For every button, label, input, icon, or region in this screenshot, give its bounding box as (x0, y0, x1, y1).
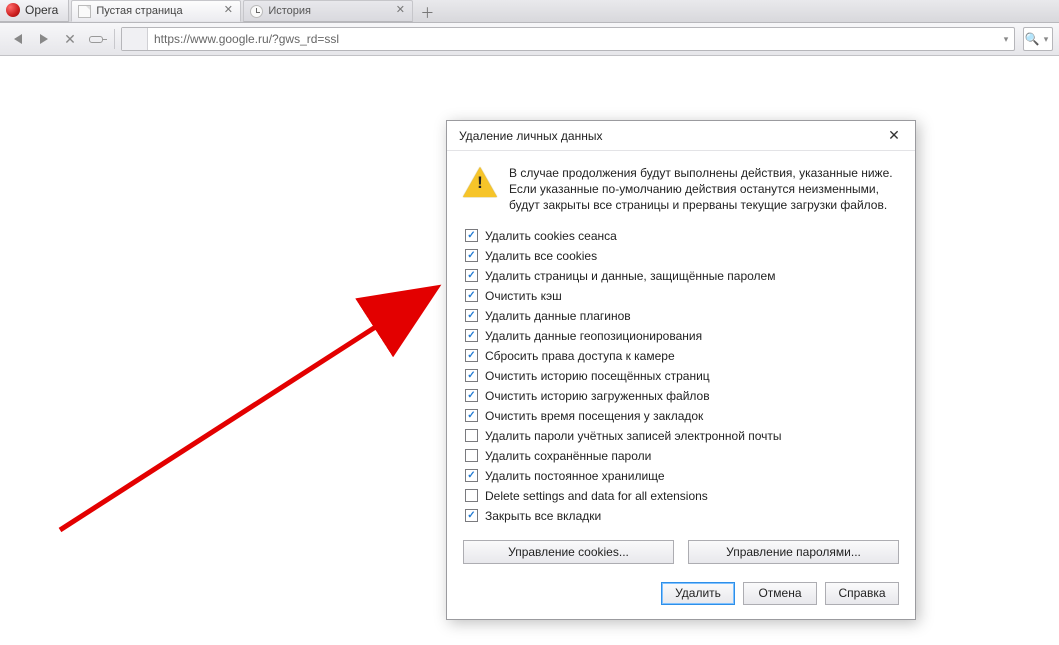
close-button[interactable]: ✕ (881, 125, 907, 147)
checkbox[interactable] (465, 249, 478, 262)
cancel-button[interactable]: Отмена (743, 582, 817, 605)
option-label: Удалить данные плагинов (485, 309, 631, 323)
option-row: Удалить данные геопозиционирования (465, 326, 899, 346)
option-label: Закрыть все вкладки (485, 509, 601, 523)
checkbox[interactable] (465, 369, 478, 382)
back-button[interactable] (6, 27, 30, 51)
option-label: Delete settings and data for all extensi… (485, 489, 708, 503)
forward-button[interactable] (32, 27, 56, 51)
option-label: Очистить время посещения у закладок (485, 409, 703, 423)
delete-private-data-dialog: Удаление личных данных ✕ ! В случае прод… (446, 120, 916, 620)
new-tab-button[interactable]: ＋ (417, 4, 437, 22)
option-row: Удалить пароли учётных записей электронн… (465, 426, 899, 446)
checkbox[interactable] (465, 429, 478, 442)
checkbox[interactable] (465, 409, 478, 422)
tab-blank-page[interactable]: Пустая страница ✕ (71, 0, 241, 22)
opera-icon (6, 3, 20, 17)
option-row: Закрыть все вкладки (465, 506, 899, 526)
tab-strip: Opera Пустая страница ✕ История ✕ ＋ (0, 0, 1059, 23)
option-label: Очистить историю загруженных файлов (485, 389, 710, 403)
tabs-container: Пустая страница ✕ История ✕ ＋ (69, 0, 437, 22)
close-icon[interactable]: ✕ (222, 5, 234, 17)
opera-menu-label: Opera (25, 3, 58, 17)
opera-menu-button[interactable]: Opera (0, 0, 69, 22)
option-row: Удалить данные плагинов (465, 306, 899, 326)
url-dropdown-icon[interactable]: ▾ (998, 34, 1014, 45)
checkbox[interactable] (465, 309, 478, 322)
dialog-titlebar: Удаление личных данных ✕ (447, 121, 915, 151)
search-field[interactable]: 🔍 ▾ (1023, 27, 1053, 51)
tab-title: Пустая страница (96, 5, 222, 17)
password-key-button[interactable] (84, 27, 108, 51)
manage-row: Управление cookies... Управление паролям… (463, 540, 899, 564)
option-label: Удалить страницы и данные, защищённые па… (485, 269, 775, 283)
option-row: Удалить сохранённые пароли (465, 446, 899, 466)
option-row: Очистить кэш (465, 286, 899, 306)
option-label: Удалить данные геопозиционирования (485, 329, 702, 343)
option-row: Очистить историю посещённых страниц (465, 366, 899, 386)
option-row: Удалить постоянное хранилище (465, 466, 899, 486)
dialog-body: ! В случае продолжения будут выполнены д… (447, 151, 915, 570)
option-label: Удалить пароли учётных записей электронн… (485, 429, 782, 443)
toolbar-separator (114, 29, 115, 49)
option-label: Сбросить права доступа к камере (485, 349, 675, 363)
option-row: Удалить страницы и данные, защищённые па… (465, 266, 899, 286)
option-label: Удалить все cookies (485, 249, 597, 263)
help-button[interactable]: Справка (825, 582, 899, 605)
checkbox[interactable] (465, 289, 478, 302)
option-label: Удалить cookies сеанса (485, 229, 617, 243)
dialog-buttons: Удалить Отмена Справка (447, 570, 915, 619)
checkbox[interactable] (465, 489, 478, 502)
checkbox[interactable] (465, 389, 478, 402)
option-row: Сбросить права доступа к камере (465, 346, 899, 366)
checkbox[interactable] (465, 509, 478, 522)
option-label: Очистить кэш (485, 289, 562, 303)
option-label: Удалить сохранённые пароли (485, 449, 651, 463)
tab-title: История (268, 5, 394, 17)
page-icon (78, 5, 91, 18)
option-label: Удалить постоянное хранилище (485, 469, 665, 483)
warning-text: В случае продолжения будут выполнены дей… (509, 165, 899, 214)
warning-block: ! В случае продолжения будут выполнены д… (463, 165, 899, 214)
option-row: Удалить cookies сеанса (465, 226, 899, 246)
search-engine-icon[interactable]: 🔍 (1024, 32, 1040, 46)
dialog-title: Удаление личных данных (459, 129, 602, 143)
url-input[interactable] (148, 32, 998, 46)
manage-cookies-button[interactable]: Управление cookies... (463, 540, 674, 564)
tab-history[interactable]: История ✕ (243, 0, 413, 22)
option-row: Очистить время посещения у закладок (465, 406, 899, 426)
checkbox[interactable] (465, 449, 478, 462)
checkbox[interactable] (465, 349, 478, 362)
history-icon (250, 5, 263, 18)
site-identity-button[interactable] (122, 28, 148, 50)
address-bar[interactable]: ▾ (121, 27, 1015, 51)
option-row: Delete settings and data for all extensi… (465, 486, 899, 506)
checkbox[interactable] (465, 329, 478, 342)
checkbox[interactable] (465, 229, 478, 242)
option-row: Удалить все cookies (465, 246, 899, 266)
close-icon[interactable]: ✕ (394, 5, 406, 17)
toolbar: ✕ ▾ 🔍 ▾ (0, 23, 1059, 56)
option-label: Очистить историю посещённых страниц (485, 369, 710, 383)
option-row: Очистить историю загруженных файлов (465, 386, 899, 406)
search-dropdown-icon[interactable]: ▾ (1040, 34, 1052, 45)
delete-button[interactable]: Удалить (661, 582, 735, 605)
options-list: Удалить cookies сеанса Удалить все cookie… (465, 226, 899, 526)
manage-passwords-button[interactable]: Управление паролями... (688, 540, 899, 564)
checkbox[interactable] (465, 269, 478, 282)
stop-button[interactable]: ✕ (58, 27, 82, 51)
warning-icon: ! (463, 167, 497, 197)
checkbox[interactable] (465, 469, 478, 482)
